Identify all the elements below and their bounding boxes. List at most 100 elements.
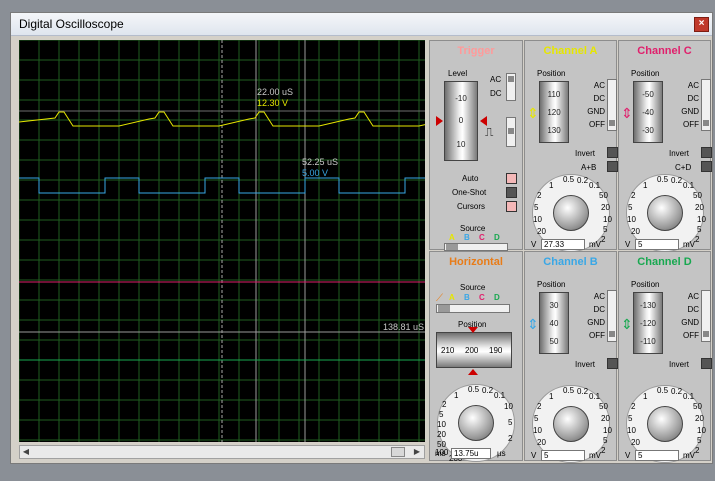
channel-c-panel: Channel C Position -50 -40 -30 ⇕ AC DC G…	[618, 40, 712, 252]
coupling-ac-label: AC	[490, 75, 502, 84]
dial-tick: 5	[508, 418, 513, 427]
coupling-dc-label: DC	[490, 89, 502, 98]
channel-b-updown-icon: ⇕	[527, 316, 539, 332]
channel-a-mode-slider[interactable]	[607, 79, 617, 131]
channel-b-volts-knob[interactable]	[553, 406, 589, 442]
dial-tick: 0.5	[563, 175, 575, 184]
position-tick: -30	[642, 126, 654, 135]
dial-tick: 50	[599, 191, 608, 200]
dial-tick: 20	[601, 414, 610, 423]
channel-d-invert-button[interactable]	[701, 358, 712, 369]
one-shot-button[interactable]	[506, 187, 517, 198]
dial-tick: 50	[693, 402, 702, 411]
channel-a-invert-button[interactable]	[607, 147, 618, 158]
auto-label: Auto	[462, 174, 479, 183]
trigger-source-slider[interactable]	[444, 243, 508, 251]
channel-a-modes: AC DC GND OFF	[575, 79, 605, 131]
dial-tick: 20	[695, 203, 704, 212]
horizontal-value-field[interactable]: 13.75u	[451, 448, 491, 459]
dial-tick: 20	[631, 438, 640, 447]
dial-tick: 5	[603, 225, 608, 234]
position-tick: 120	[547, 108, 561, 117]
position-tick: -110	[640, 337, 656, 346]
channel-c-invert-button[interactable]	[701, 147, 712, 158]
dial-tick: 20	[537, 227, 546, 236]
window-title: Digital Oscilloscope	[19, 17, 124, 31]
channel-b-value-field[interactable]: 5	[541, 450, 585, 461]
channel-d-value-field[interactable]: 5	[635, 450, 679, 461]
edge-slider[interactable]	[506, 117, 516, 147]
channel-a-volts-knob[interactable]	[553, 195, 589, 231]
mode-ac: AC	[593, 81, 605, 90]
mode-ac: AC	[687, 81, 699, 90]
horizontal-unit-us: µs	[497, 449, 506, 458]
channel-b-modes: AC DC GND OFF	[575, 290, 605, 342]
mode-ac: AC	[687, 292, 699, 301]
dial-tick: 10	[533, 426, 542, 435]
trigger-tick: -10	[455, 94, 467, 103]
channel-c-position-drum[interactable]: -50 -40 -30	[633, 81, 663, 143]
channel-c-mode-slider[interactable]	[701, 79, 711, 131]
dial-tick: 1	[643, 181, 648, 190]
dial-tick: 0.1	[494, 391, 506, 400]
mode-off: OFF	[683, 120, 699, 129]
mode-gnd: GND	[681, 318, 699, 327]
dial-tick: 0.2	[671, 176, 683, 185]
channel-c-volts-knob[interactable]	[647, 195, 683, 231]
close-button[interactable]: ×	[694, 17, 709, 32]
dial-tick: 5	[697, 436, 702, 445]
dial-tick: 0.2	[577, 176, 589, 185]
channel-b-mode-slider[interactable]	[607, 290, 617, 342]
dial-tick: 2	[442, 400, 447, 409]
dial-tick: 0.5	[468, 385, 480, 394]
mode-gnd: GND	[587, 107, 605, 116]
mode-dc: DC	[593, 94, 605, 103]
channel-b-invert-button[interactable]	[607, 358, 618, 369]
horizontal-source-slider[interactable]	[436, 304, 510, 313]
channel-a-combine-button[interactable]	[607, 161, 618, 172]
channel-d-position-drum[interactable]: -130 -120 -110	[633, 292, 663, 354]
dial-tick: 1	[454, 391, 459, 400]
mode-dc: DC	[593, 305, 605, 314]
channel-c-value-field[interactable]: 5	[635, 239, 679, 250]
coupling-slider[interactable]	[506, 73, 516, 101]
dial-tick: 2	[508, 434, 513, 443]
mode-off: OFF	[589, 120, 605, 129]
horizontal-time-knob[interactable]	[458, 405, 494, 441]
trigger-title: Trigger	[457, 45, 495, 57]
horizontal-position-drum[interactable]: 210 200 190	[436, 332, 512, 368]
mode-ac: AC	[593, 292, 605, 301]
scroll-thumb[interactable]	[391, 447, 405, 457]
dial-tick: 20	[695, 414, 704, 423]
dial-tick: 10	[627, 215, 636, 224]
channel-c-invert-label: Invert	[669, 149, 690, 158]
trigger-panel: Trigger Level -10 0 10 AC DC ⎍ Auto One-…	[429, 40, 523, 251]
channel-a-position-label: Position	[537, 69, 566, 78]
channel-c-position-label: Position	[631, 69, 660, 78]
dial-tick: 5	[628, 414, 633, 423]
scroll-left-arrow-icon[interactable]: ◀	[21, 447, 31, 457]
channel-b-position-drum[interactable]: 30 40 50	[539, 292, 569, 354]
position-tick: -130	[639, 301, 656, 310]
auto-button[interactable]	[506, 173, 517, 184]
channel-a-position-drum[interactable]: 110 120 130	[539, 81, 569, 143]
dial-tick: 0.2	[482, 386, 494, 395]
channel-a-value-field[interactable]: 27.33	[541, 239, 585, 250]
channel-d-volts-knob[interactable]	[647, 406, 683, 442]
scope-screen: 22.00 uS 12.30 V 52.25 uS 5.00 V 138.81 …	[19, 40, 425, 442]
channel-c-title: Channel C	[637, 45, 692, 57]
mode-gnd: GND	[681, 107, 699, 116]
dial-tick: 0.5	[563, 386, 575, 395]
dial-tick: 10	[603, 215, 612, 224]
cursors-button[interactable]	[506, 201, 517, 212]
trigger-level-drum[interactable]: -10 0 10	[444, 81, 478, 161]
position-tick: 30	[549, 301, 559, 310]
cursor2-time: 52.25 uS	[302, 157, 339, 167]
channel-d-mode-slider[interactable]	[701, 290, 711, 342]
dial-tick: 0.2	[577, 387, 589, 396]
title-bar[interactable]: Digital Oscilloscope ×	[11, 13, 712, 36]
scroll-right-arrow-icon[interactable]: ▶	[412, 447, 422, 457]
dial-tick: 5	[628, 203, 633, 212]
channel-c-combine-button[interactable]	[701, 161, 712, 172]
horizontal-scrollbar[interactable]: ◀ ▶	[19, 445, 425, 459]
